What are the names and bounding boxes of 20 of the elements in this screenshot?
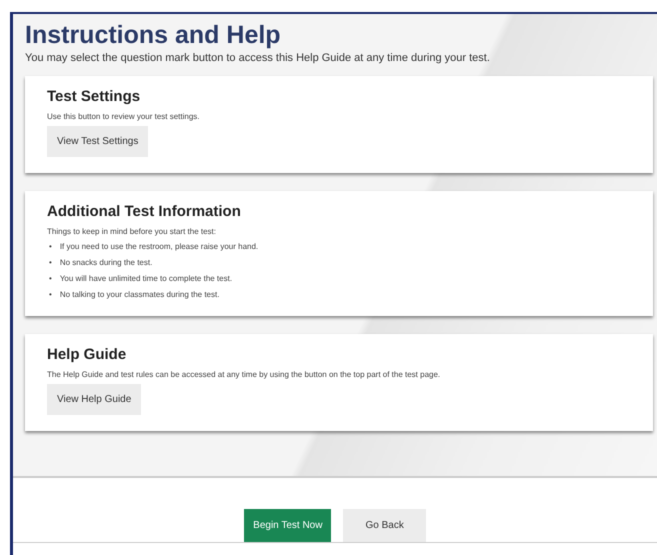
bullet: • [49, 273, 52, 284]
bullet: • [49, 257, 52, 268]
section-text: Use this button to review your test settings. [47, 112, 200, 121]
bullet: • [49, 289, 52, 300]
page-title: Instructions and Help [25, 20, 282, 50]
section-heading: Additional Test Information [47, 203, 241, 220]
back-button[interactable]: Go Back [343, 509, 426, 542]
bullet: • [49, 241, 52, 252]
section-button[interactable]: View Help Guide [47, 384, 142, 415]
section-button[interactable]: View Test Settings [47, 126, 148, 157]
section-heading: Test Settings [47, 88, 140, 105]
page-subtitle: You may select the question mark button to access this Help Guide at any time during your test. [25, 52, 491, 64]
section-heading: Help Guide [47, 346, 126, 363]
list-item: If you need to use the restroom, please raise your hand. [60, 241, 258, 252]
begin-button[interactable]: Begin Test Now [244, 509, 332, 542]
list-item: No talking to your classmates during the test. [60, 289, 220, 300]
list-item: You will have unlimited time to complete the test. [60, 273, 232, 284]
list-item: No snacks during the test. [60, 257, 152, 268]
section-text: Things to keep in mind before you start the test: [47, 227, 216, 236]
section-text: The Help Guide and test rules can be accessed at any time by using the button on the top part of the test page. [47, 370, 440, 379]
